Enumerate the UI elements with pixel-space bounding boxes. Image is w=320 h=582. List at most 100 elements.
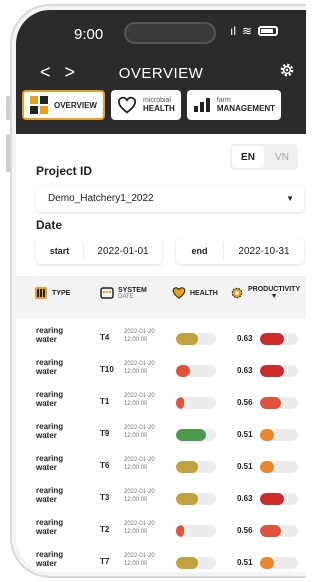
table-row[interactable]: rearing water T4 2022-01-20 12:00:00 0.63	[16, 323, 306, 355]
column-type-label: TYPE	[52, 289, 71, 297]
project-value: Demo_Hatchery1_2022	[48, 193, 154, 204]
productivity-bar-fill	[260, 493, 284, 505]
date-label: Date	[36, 218, 63, 232]
language-toggle: EN VN	[230, 144, 298, 170]
table-row[interactable]: rearing water T9 2022-01-20 12:00:00 0.51	[16, 419, 306, 451]
row-type: rearing water	[36, 550, 64, 568]
chevron-down-icon: ▼	[286, 194, 294, 203]
row-type: rearing water	[36, 486, 64, 504]
row-system: T9	[100, 429, 110, 438]
row-date-time: 12:00:00	[124, 497, 148, 503]
row-productivity-value: 0.51	[237, 430, 253, 439]
end-date-field[interactable]: end 2022-10-31	[176, 238, 304, 264]
row-date: 2022-01-20 12:00:00	[124, 488, 155, 504]
row-date: 2022-01-20 12:00:00	[124, 392, 155, 408]
row-date-day: 2022-01-20	[124, 425, 155, 431]
productivity-bar-fill	[260, 525, 282, 537]
row-date-time: 12:00:00	[124, 401, 148, 407]
productivity-bar	[260, 397, 298, 409]
sort-desc-icon[interactable]: ▼	[248, 293, 300, 300]
productivity-bar	[260, 429, 298, 441]
phone-frame: 9:00 ıl ≋ < > OVERVIEW OVERVIEW microbia…	[10, 4, 306, 578]
row-date-time: 12:00:00	[124, 433, 148, 439]
health-bar-fill	[176, 397, 184, 409]
system-icon	[100, 287, 114, 299]
table-row[interactable]: rearing water T7 2022-01-20 12:00:00 0.51	[16, 547, 306, 572]
row-date-time: 12:00:00	[124, 337, 148, 343]
wifi-icon: ≋	[242, 24, 253, 38]
column-productivity[interactable]: PRODUCTIVITY ▼	[230, 286, 300, 300]
project-label: Project ID	[36, 164, 93, 178]
health-bar	[176, 557, 216, 569]
row-productivity-value: 0.56	[237, 526, 253, 535]
health-bar-fill	[176, 461, 198, 473]
tab-health-sub: microbial	[142, 97, 171, 104]
app-header: 9:00 ıl ≋ < > OVERVIEW OVERVIEW microbia…	[16, 10, 306, 134]
tab-farm-management[interactable]: farm MANAGEMENT	[186, 90, 282, 120]
health-bar-fill	[176, 557, 198, 569]
row-type: rearing water	[36, 422, 64, 440]
gear-icon[interactable]	[278, 61, 296, 79]
column-system-date[interactable]: SYSTEM DATE	[100, 286, 147, 300]
end-value: 2022-10-31	[238, 245, 290, 257]
column-date-label: DATE	[118, 293, 134, 300]
row-system: T4	[100, 333, 110, 342]
row-date: 2022-01-20 12:00:00	[124, 360, 155, 376]
project-select[interactable]: Demo_Hatchery1_2022 ▼	[36, 186, 304, 212]
tab-overview-label: OVERVIEW	[54, 100, 97, 110]
row-system: T10	[100, 365, 114, 374]
table-row[interactable]: rearing water T3 2022-01-20 12:00:00 0.63	[16, 483, 306, 515]
row-productivity-value: 0.51	[237, 462, 253, 471]
health-bar	[176, 461, 216, 473]
row-system: T3	[100, 493, 110, 502]
row-date: 2022-01-20 12:00:00	[124, 424, 155, 440]
tab-management-sub: farm	[216, 97, 231, 104]
productivity-bar-fill	[260, 333, 284, 345]
productivity-bar-fill	[260, 461, 274, 473]
row-date-day: 2022-01-20	[124, 329, 155, 335]
health-bar	[176, 333, 216, 345]
table-row[interactable]: rearing water T1 2022-01-20 12:00:00 0.56	[16, 387, 306, 419]
start-value: 2022-01-01	[97, 245, 149, 257]
row-date: 2022-01-20 12:00:00	[124, 456, 155, 472]
column-health[interactable]: HEALTH	[172, 286, 218, 300]
productivity-bar-fill	[260, 557, 274, 569]
end-key: end	[176, 242, 224, 260]
row-productivity-value: 0.63	[237, 334, 253, 343]
row-date-day: 2022-01-20	[124, 393, 155, 399]
row-date-day: 2022-01-20	[124, 553, 155, 559]
tab-management-label: MANAGEMENT	[216, 104, 276, 113]
column-productivity-label: PRODUCTIVITY	[248, 286, 301, 293]
row-date: 2022-01-20 12:00:00	[124, 328, 155, 344]
row-system: T7	[100, 557, 110, 566]
notch	[124, 22, 216, 44]
tab-overview[interactable]: OVERVIEW	[22, 90, 105, 120]
health-bar-fill	[176, 493, 198, 505]
productivity-bar	[260, 557, 298, 569]
row-type: rearing water	[36, 518, 64, 536]
health-bar	[176, 397, 216, 409]
page-title: OVERVIEW	[118, 65, 204, 82]
health-bar	[176, 365, 216, 377]
column-system-label: SYSTEM	[118, 286, 147, 294]
column-type[interactable]: TYPE	[34, 286, 70, 300]
row-date: 2022-01-20 12:00:00	[124, 552, 155, 568]
row-type: rearing water	[36, 454, 64, 472]
battery-icon	[258, 26, 279, 36]
row-date: 2022-01-20 12:00:00	[124, 520, 155, 536]
app-screen: 9:00 ıl ≋ < > OVERVIEW OVERVIEW microbia…	[16, 10, 306, 572]
productivity-bar	[260, 493, 298, 505]
lang-en[interactable]: EN	[232, 146, 264, 168]
column-type-icon	[35, 287, 47, 299]
tab-microbial-health[interactable]: microbial HEALTH	[110, 90, 181, 120]
module-tabs: OVERVIEW microbial HEALTH farm MANAGEMEN…	[22, 90, 282, 120]
start-key: start	[36, 242, 84, 260]
table-row[interactable]: rearing water T6 2022-01-20 12:00:00 0.51	[16, 451, 306, 483]
lang-vn[interactable]: VN	[266, 144, 298, 170]
row-date-day: 2022-01-20	[124, 489, 155, 495]
table-row[interactable]: rearing water T10 2022-01-20 12:00:00 0.63	[16, 355, 306, 387]
start-date-field[interactable]: start 2022-01-01	[36, 238, 162, 264]
productivity-bar	[260, 461, 298, 473]
row-type: rearing water	[36, 358, 64, 376]
table-row[interactable]: rearing water T2 2022-01-20 12:00:00 0.56	[16, 515, 306, 547]
